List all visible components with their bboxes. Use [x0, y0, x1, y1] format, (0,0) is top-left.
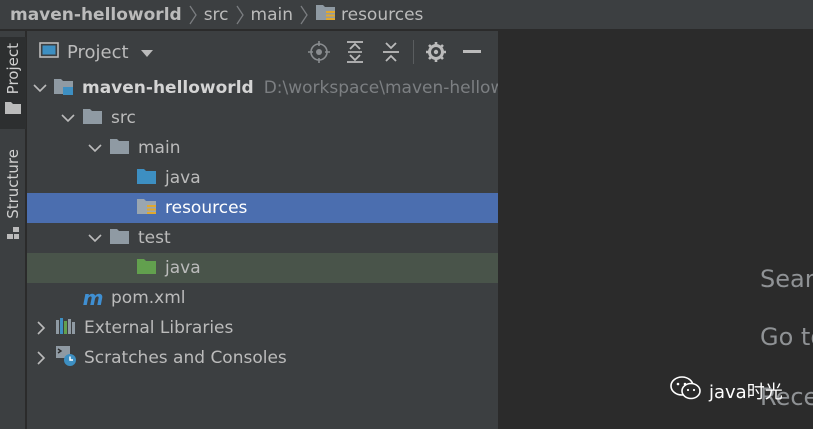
breadcrumb-item-project[interactable]: maven-helloworld	[10, 5, 182, 25]
module-folder-icon	[53, 76, 75, 101]
structure-icon	[6, 225, 20, 244]
collapsed-arrow-icon[interactable]	[33, 320, 49, 336]
tree-item-label: resources	[165, 198, 248, 218]
folder-icon	[82, 106, 104, 131]
expand-arrow-icon[interactable]	[87, 140, 103, 156]
library-icon	[55, 316, 77, 341]
tree-item-label: java	[165, 168, 201, 188]
project-panel-title[interactable]: Project	[67, 42, 129, 63]
watermark-text: java时光	[709, 381, 783, 403]
expand-arrow-icon[interactable]	[33, 80, 47, 96]
collapsed-arrow-icon[interactable]	[33, 350, 49, 366]
scratches-icon	[55, 345, 77, 372]
resources-folder-icon	[315, 2, 337, 27]
sources-folder-icon	[136, 166, 158, 191]
tree-item-src[interactable]: src	[27, 103, 498, 133]
tab-structure[interactable]: Structure	[0, 149, 26, 249]
tree-item-test[interactable]: test	[27, 223, 498, 253]
project-panel-header: Project	[27, 31, 498, 73]
ide-window: maven-helloworld src main resources Proj…	[0, 0, 813, 429]
breadcrumb-item-src[interactable]: src	[204, 5, 229, 25]
locate-icon[interactable]	[301, 37, 337, 67]
tree-item-main[interactable]: main	[27, 133, 498, 163]
tree-item-external-libraries[interactable]: External Libraries	[27, 313, 498, 343]
tool-window-strip: Project Structure	[0, 31, 26, 429]
tree-item-label: Scratches and Consoles	[84, 348, 287, 368]
breadcrumb-separator-icon	[184, 1, 202, 29]
tree-item-test-java[interactable]: java	[27, 253, 498, 283]
tree-item-label: External Libraries	[84, 318, 234, 338]
collapse-all-icon[interactable]	[373, 37, 409, 67]
expand-arrow-icon[interactable]	[87, 230, 103, 246]
breadcrumb-separator-icon	[231, 1, 249, 29]
tab-project[interactable]: Project	[0, 37, 26, 129]
tree-item-label: main	[138, 138, 181, 158]
expand-all-icon[interactable]	[337, 37, 373, 67]
tree-item-label: pom.xml	[111, 288, 186, 308]
tree-item-project-root[interactable]: maven-helloworld D:\workspace\maven-hell…	[27, 73, 498, 103]
breadcrumb-item-resources-label: resources	[341, 4, 424, 25]
resources-folder-icon	[136, 196, 158, 221]
tree-item-resources[interactable]: resources	[27, 193, 498, 223]
gear-icon[interactable]	[418, 37, 454, 67]
breadcrumb-item-resources[interactable]: resources	[315, 2, 423, 27]
editor-area: Searc Go to Rece	[499, 31, 813, 429]
project-folder-icon	[5, 100, 21, 119]
breadcrumb: maven-helloworld src main resources	[0, 0, 813, 30]
project-panel: Project maven-helloworld D:\workspace\ma…	[27, 31, 498, 429]
tab-structure-label: Structure	[4, 149, 22, 219]
view-dropdown-icon[interactable]	[140, 42, 153, 63]
folder-icon	[109, 226, 131, 251]
project-tree: maven-helloworld D:\workspace\maven-hell…	[27, 73, 498, 373]
tree-item-label: java	[165, 258, 201, 278]
project-view-icon	[39, 41, 59, 64]
editor-hint-goto: Go to	[760, 323, 813, 351]
project-panel-toolbar	[301, 31, 490, 73]
tree-item-scratches[interactable]: Scratches and Consoles	[27, 343, 498, 373]
tree-item-label: src	[111, 108, 136, 128]
minimize-icon[interactable]	[454, 37, 490, 67]
tree-item-main-java[interactable]: java	[27, 163, 498, 193]
maven-file-icon: m	[82, 286, 104, 310]
watermark: java时光	[669, 374, 783, 407]
toolbar-divider	[413, 40, 414, 64]
tab-project-label: Project	[4, 43, 22, 95]
breadcrumb-separator-icon	[295, 1, 313, 29]
wechat-icon	[669, 374, 703, 407]
tree-item-label: test	[138, 228, 171, 248]
folder-icon	[109, 136, 131, 161]
project-root-path: D:\workspace\maven-hellow	[263, 78, 498, 98]
editor-hint-search: Searc	[760, 265, 813, 293]
tree-item-pom[interactable]: m pom.xml	[27, 283, 498, 313]
project-root-name: maven-helloworld	[82, 78, 254, 98]
breadcrumb-item-main[interactable]: main	[251, 5, 293, 25]
expand-arrow-icon[interactable]	[60, 110, 76, 126]
test-sources-folder-icon	[136, 256, 158, 281]
